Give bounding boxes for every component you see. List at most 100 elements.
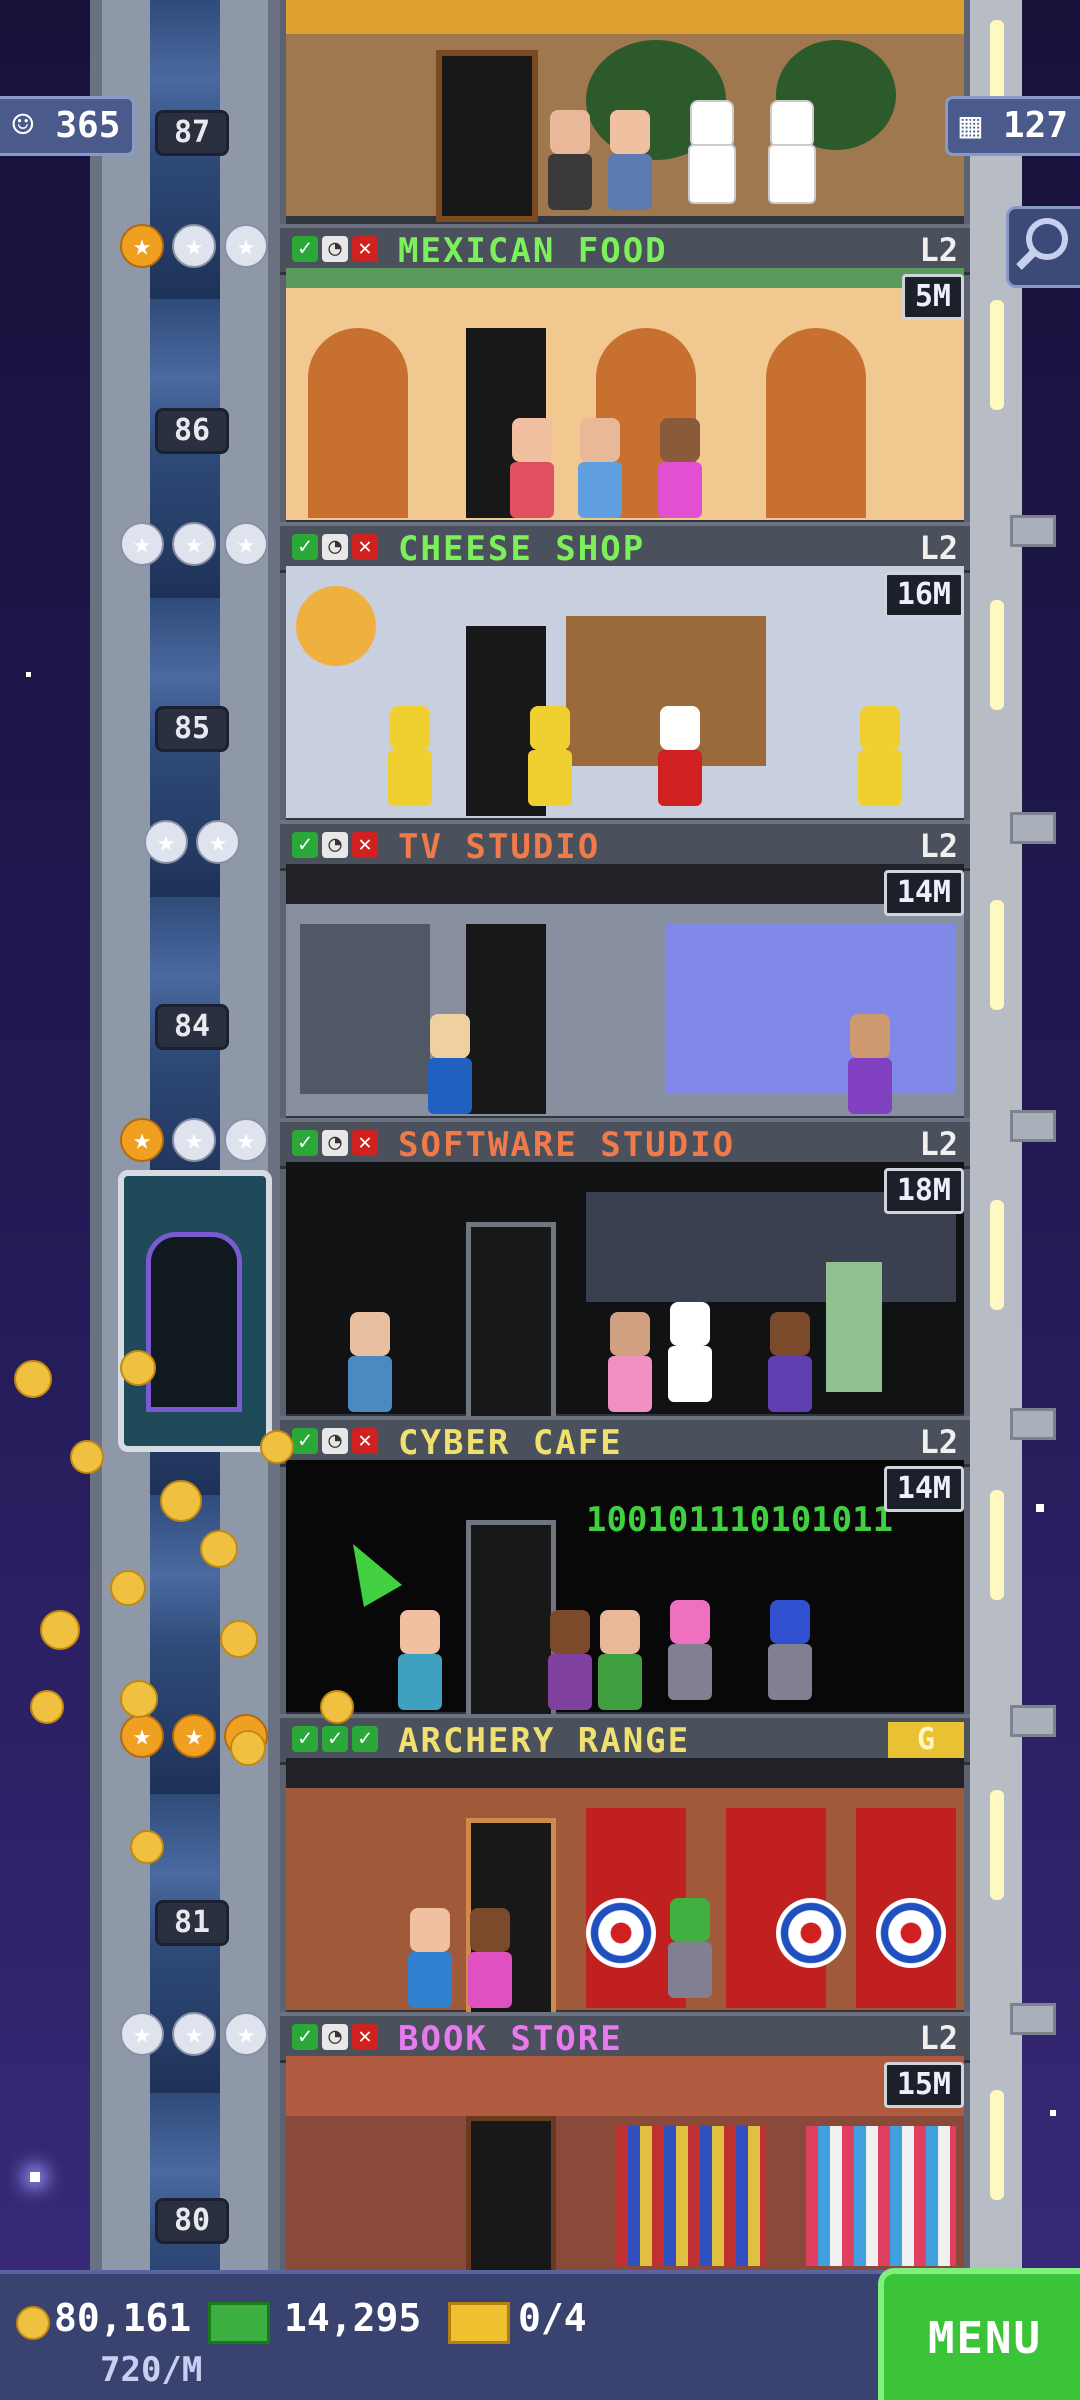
coin-particle bbox=[70, 1440, 104, 1474]
floor-level: L2 bbox=[919, 231, 958, 269]
tickets-value: 0/4 bbox=[518, 2296, 587, 2340]
game-viewport[interactable]: 87 86 85 84 81 80 ✓ ◔ ✕ MEXICAN FOOD L2 … bbox=[0, 0, 1080, 2400]
population-value: 365 bbox=[55, 105, 121, 146]
room-earnings: 14M bbox=[883, 1466, 964, 1512]
floors-value: 127 bbox=[1002, 105, 1068, 146]
bitizen[interactable] bbox=[856, 706, 904, 806]
checkmark-icon: ✓ bbox=[292, 1130, 318, 1156]
floors-counter[interactable]: ▦ 127 bbox=[944, 96, 1080, 156]
bitizen[interactable] bbox=[596, 1610, 644, 1710]
menu-button[interactable]: MENU bbox=[878, 2268, 1080, 2400]
bookshelf bbox=[806, 2126, 956, 2266]
room-floor-87[interactable] bbox=[286, 0, 964, 224]
floor-83[interactable]: ✓ ◔ ✕ SOFTWARE STUDIO L2 18M bbox=[280, 1118, 970, 1422]
coins-value: 80,161 bbox=[54, 2296, 192, 2340]
binary-sign: 100101110101011 bbox=[586, 1500, 894, 1540]
coin-particle bbox=[30, 1690, 64, 1724]
floor-star-rating: ★ ★ bbox=[144, 820, 240, 864]
checkmark-icon: ✓ bbox=[352, 1726, 378, 1752]
coin-particle bbox=[120, 1680, 158, 1718]
floor-level: L2 bbox=[919, 529, 958, 567]
gold-badge[interactable]: G bbox=[888, 1722, 964, 1758]
x-icon: ✕ bbox=[352, 832, 378, 858]
room-earnings: 18M bbox=[883, 1168, 964, 1214]
white-star-icon: ★ bbox=[224, 522, 268, 566]
floor-82[interactable]: ✓ ◔ ✕ CYBER CAFE L2 100101110101011 14M bbox=[280, 1416, 970, 1720]
white-star-icon: ★ bbox=[224, 1118, 268, 1162]
bitizen[interactable] bbox=[346, 1312, 394, 1412]
bitizen[interactable] bbox=[656, 706, 704, 806]
floor-81[interactable]: ✓ ✓ ✓ ARCHERY RANGE G bbox=[280, 1714, 970, 2018]
white-star-icon: ★ bbox=[172, 1118, 216, 1162]
snowman-bitizen[interactable] bbox=[766, 100, 816, 204]
population-counter[interactable]: ☺ 365 bbox=[0, 96, 136, 156]
room-earnings: 14M bbox=[883, 870, 964, 916]
bitizen[interactable] bbox=[406, 1908, 454, 2008]
floor-80[interactable]: ✓ ◔ ✕ BOOK STORE L2 15M bbox=[280, 2012, 970, 2311]
archery-target bbox=[776, 1898, 846, 1968]
floor-number: 84 bbox=[155, 1004, 229, 1050]
person-icon: ☺ bbox=[12, 105, 34, 146]
room-interior[interactable] bbox=[286, 1758, 964, 2018]
room-interior[interactable] bbox=[286, 1162, 964, 1422]
snowman-bitizen[interactable] bbox=[666, 1302, 714, 1402]
floor-level: L2 bbox=[919, 2019, 958, 2057]
white-star-icon: ★ bbox=[120, 522, 164, 566]
floor-85[interactable]: ✓ ◔ ✕ CHEESE SHOP L2 16M bbox=[280, 522, 970, 826]
checkmark-icon: ✓ bbox=[292, 2024, 318, 2050]
checkmark-icon: ✓ bbox=[292, 832, 318, 858]
elevator-car[interactable] bbox=[118, 1170, 272, 1452]
bitizen[interactable] bbox=[466, 1908, 514, 2008]
room-earnings: 5M bbox=[901, 274, 964, 320]
bitizen[interactable] bbox=[546, 110, 594, 210]
room-interior[interactable]: 100101110101011 bbox=[286, 1460, 964, 1720]
archery-target bbox=[876, 1898, 946, 1968]
floor-84[interactable]: ✓ ◔ ✕ TV STUDIO L2 14M bbox=[280, 820, 970, 1124]
floor-level: L2 bbox=[919, 1423, 958, 1461]
floor-name: MEXICAN FOOD bbox=[398, 231, 668, 271]
white-star-icon: ★ bbox=[144, 820, 188, 864]
room-door bbox=[466, 1520, 556, 1720]
cheese-wheel bbox=[296, 586, 376, 666]
floor-star-rating: ★★★ bbox=[120, 2012, 268, 2056]
sky-star bbox=[1050, 2110, 1056, 2116]
room-interior[interactable] bbox=[286, 268, 964, 528]
gold-star-icon: ★ bbox=[120, 1118, 164, 1162]
bitizen[interactable] bbox=[396, 1610, 444, 1710]
bitizen[interactable] bbox=[656, 418, 704, 518]
coin-particle bbox=[130, 1830, 164, 1864]
bitizen[interactable] bbox=[666, 1898, 714, 1998]
room-door bbox=[466, 924, 546, 1114]
snowman-bitizen[interactable] bbox=[686, 100, 736, 204]
room-earnings: 16M bbox=[883, 572, 964, 618]
coin-particle bbox=[160, 1480, 202, 1522]
bitizen[interactable] bbox=[666, 1600, 714, 1700]
room-interior[interactable] bbox=[286, 566, 964, 826]
coin-particle bbox=[40, 1610, 80, 1650]
bitizen[interactable] bbox=[846, 1014, 894, 1114]
search-button[interactable] bbox=[1006, 206, 1080, 288]
floor-86[interactable]: ✓ ◔ ✕ MEXICAN FOOD L2 5M bbox=[280, 224, 970, 528]
checkmark-icon: ✓ bbox=[292, 1726, 318, 1752]
white-star-icon: ★ bbox=[172, 224, 216, 268]
bux-icon bbox=[208, 2302, 270, 2344]
coin-particle bbox=[220, 1620, 258, 1658]
magnifier-icon bbox=[1016, 218, 1068, 270]
coin-particle bbox=[14, 1360, 52, 1398]
bitizen[interactable] bbox=[606, 1312, 654, 1412]
bitizen[interactable] bbox=[766, 1600, 814, 1700]
bitizen[interactable] bbox=[526, 706, 574, 806]
checkmark-icon: ✓ bbox=[292, 534, 318, 560]
studio-backdrop bbox=[666, 924, 956, 1094]
bitizen[interactable] bbox=[766, 1312, 814, 1412]
room-interior[interactable] bbox=[286, 864, 964, 1124]
bitizen[interactable] bbox=[546, 1610, 594, 1710]
bitizen[interactable] bbox=[508, 418, 556, 518]
bitizen[interactable] bbox=[576, 418, 624, 518]
bitizen[interactable] bbox=[606, 110, 654, 210]
bitizen[interactable] bbox=[386, 706, 434, 806]
bitizen[interactable] bbox=[426, 1014, 474, 1114]
coin-particle bbox=[120, 1350, 156, 1386]
room-interior[interactable] bbox=[286, 2056, 964, 2286]
building-icon: ▦ bbox=[959, 105, 982, 146]
